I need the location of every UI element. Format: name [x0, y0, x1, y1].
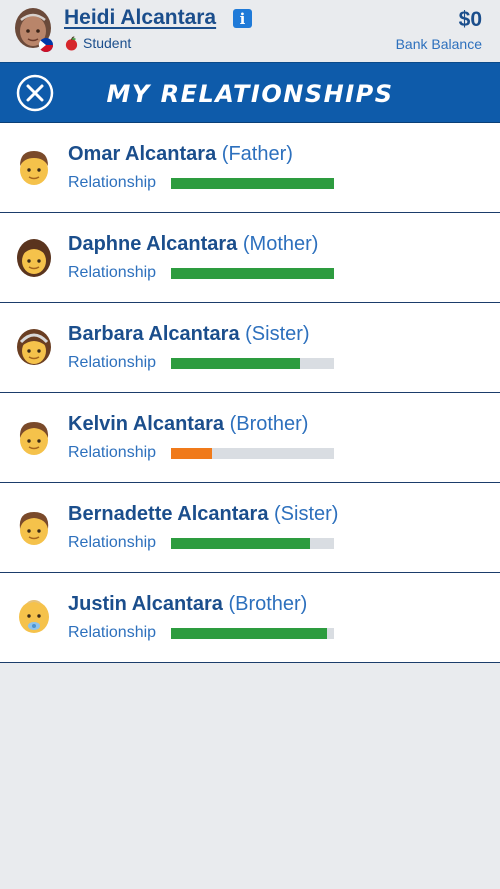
relative-name-text: Bernadette Alcantara — [68, 503, 269, 525]
relative-name: Daphne Alcantara (Mother) — [68, 233, 318, 256]
child-avatar-icon — [19, 512, 49, 545]
relationship-bar — [171, 538, 334, 549]
woman-avatar-icon — [17, 239, 51, 277]
relative-name: Justin Alcantara (Brother) — [68, 593, 307, 616]
relative-name: Kelvin Alcantara (Brother) — [68, 413, 308, 436]
relationship-row[interactable]: Barbara Alcantara (Sister) Relationship — [0, 303, 500, 393]
relative-name: Omar Alcantara (Father) — [68, 143, 293, 166]
relationship-bar — [171, 358, 334, 369]
relationship-bar-fill — [171, 628, 328, 639]
girl-avatar-icon — [17, 329, 51, 365]
relationship-row[interactable]: Kelvin Alcantara (Brother) Relationship — [0, 393, 500, 483]
relative-name: Barbara Alcantara (Sister) — [68, 323, 310, 346]
bank-balance-value: $0 — [458, 8, 482, 31]
boy-avatar-icon — [19, 422, 49, 455]
relative-name-text: Omar Alcantara — [68, 143, 217, 165]
relationship-label: Relationship — [68, 354, 157, 371]
man-avatar-icon — [20, 151, 48, 185]
relationship-label: Relationship — [68, 534, 157, 551]
relationship-row[interactable]: Bernadette Alcantara (Sister) Relationsh… — [0, 483, 500, 573]
relationship-bar-fill — [171, 538, 310, 549]
relative-name-text: Justin Alcantara — [68, 593, 223, 615]
player-avatar-icon[interactable] — [12, 6, 56, 54]
relation-type: (Mother) — [242, 233, 319, 255]
relationship-bar — [171, 178, 334, 189]
info-icon[interactable]: i — [233, 9, 252, 28]
relation-type: (Father) — [221, 143, 293, 165]
relationship-label: Relationship — [68, 624, 157, 641]
relationship-row[interactable]: Daphne Alcantara (Mother) Relationship — [0, 213, 500, 303]
relation-type: (Sister) — [274, 503, 339, 525]
relationship-bar-fill — [171, 178, 334, 189]
relation-type: (Sister) — [245, 323, 310, 345]
relative-name-text: Daphne Alcantara — [68, 233, 238, 255]
relative-name-text: Barbara Alcantara — [68, 323, 240, 345]
relationship-label: Relationship — [68, 264, 157, 281]
relative-name: Bernadette Alcantara (Sister) — [68, 503, 338, 526]
relative-name-text: Kelvin Alcantara — [68, 413, 224, 435]
bank-balance-label: Bank Balance — [395, 36, 482, 52]
player-name-link[interactable]: Heidi Alcantara — [64, 6, 216, 30]
relationship-bar-fill — [171, 358, 300, 369]
relationships-header: MY RELATIONSHIPS — [0, 62, 500, 123]
relationship-row[interactable]: Omar Alcantara (Father) Relationship — [0, 123, 500, 213]
relationship-bar — [171, 268, 334, 279]
relation-type: (Brother) — [229, 413, 309, 435]
relationship-bar-fill — [171, 448, 212, 459]
relationship-bar — [171, 448, 334, 459]
occupation-text: Student — [83, 35, 132, 51]
relationship-row[interactable]: Justin Alcantara (Brother) Relationship — [0, 573, 500, 663]
relationship-label: Relationship — [68, 174, 157, 191]
relationship-bar — [171, 628, 334, 639]
relationship-label: Relationship — [68, 444, 157, 461]
baby-avatar-icon — [19, 600, 49, 633]
occupation-row: Student — [64, 35, 131, 51]
relation-type: (Brother) — [228, 593, 308, 615]
apple-icon — [65, 35, 78, 51]
relationships-list: Omar Alcantara (Father) Relationship Dap… — [0, 123, 500, 663]
page-title: MY RELATIONSHIPS — [106, 80, 394, 108]
top-bar: Heidi Alcantara i Student $0 Bank Balanc… — [0, 0, 500, 62]
relationship-bar-fill — [171, 268, 334, 279]
